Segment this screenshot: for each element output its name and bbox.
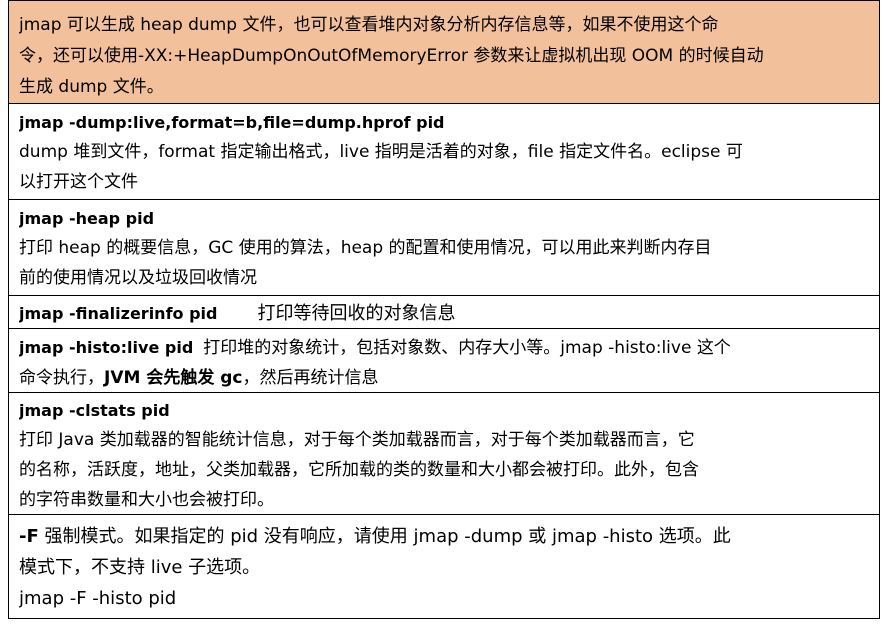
table-row-histo: jmap -histo:live pid 打印堆的对象统计，包括对象数、内存大小等…	[9, 329, 879, 393]
description-text: 打印堆的对象统计，包括对象数、内存大小等。jmap -histo:live 这个	[203, 338, 731, 358]
description-text: dump 堆到文件，format 指定输出格式，live 指明是活着的对象，fi…	[19, 142, 743, 162]
table-row-force: -F 强制模式。如果指定的 pid 没有响应，请使用 jmap -dump 或 …	[9, 515, 879, 619]
description-text: 的名称，活跃度，地址，父类加载器，它所加载的类的数量和大小都会被打印。此外，包含	[19, 460, 699, 480]
emphasis-text: JVM 会先触发 gc	[104, 368, 243, 388]
table-row-dump: jmap -dump:live,format=b,file=dump.hprof…	[9, 104, 879, 200]
description-text: 打印 Java 类加载器的智能统计信息，对于每个类加载器而言，对于每个类加载器而…	[19, 430, 695, 450]
intro-line: jmap 可以生成 heap dump 文件，也可以查看堆内对象分析内存信息等，…	[19, 15, 719, 35]
command-text: jmap -histo:live pid	[19, 338, 194, 357]
command-text: jmap -finalizerinfo pid	[19, 304, 218, 323]
description-text: 模式下，不支持 live 子选项。	[19, 557, 261, 578]
command-text: jmap -dump:live,format=b,file=dump.hprof…	[19, 113, 445, 132]
command-text: jmap -heap pid	[19, 209, 155, 228]
row-content: jmap -finalizerinfo pid 打印等待回收的对象信息	[19, 299, 869, 328]
intro-row: jmap 可以生成 heap dump 文件，也可以查看堆内对象分析内存信息等，…	[9, 0, 879, 104]
description-text: 命令执行，	[19, 368, 104, 388]
jmap-options-table: jmap 可以生成 heap dump 文件，也可以查看堆内对象分析内存信息等，…	[8, 0, 880, 619]
command-text: jmap -clstats pid	[19, 401, 170, 420]
intro-line: 令，还可以使用-XX:+HeapDumpOnOutOfMemoryError 参…	[19, 46, 764, 66]
table-row-clstats: jmap -clstats pid 打印 Java 类加载器的智能统计信息，对于…	[9, 393, 879, 515]
description-text: ，然后再统计信息	[242, 368, 379, 388]
description-text: 强制模式。如果指定的 pid 没有响应，请使用 jmap -dump 或 jma…	[44, 526, 731, 547]
description-text: 打印 heap 的概要信息，GC 使用的算法，heap 的配置和使用情况，可以用…	[19, 238, 712, 258]
flag-text: -F	[19, 526, 39, 547]
description-line: 命令执行，JVM 会先触发 gc，然后再统计信息	[19, 363, 869, 392]
example-command: jmap -F -histo pid	[19, 588, 177, 609]
description-text: 以打开这个文件	[19, 172, 138, 192]
table-row-heap: jmap -heap pid 打印 heap 的概要信息，GC 使用的算法，he…	[9, 200, 879, 296]
description-text: 的字符串数量和大小也会被打印。	[19, 490, 274, 510]
row-content: -F 强制模式。如果指定的 pid 没有响应，请使用 jmap -dump 或 …	[19, 521, 869, 552]
intro-line: 生成 dump 文件。	[19, 77, 164, 97]
row-content: jmap -histo:live pid 打印堆的对象统计，包括对象数、内存大小等…	[19, 333, 869, 363]
table-row-finalizerinfo: jmap -finalizerinfo pid 打印等待回收的对象信息	[9, 296, 879, 329]
description-text: 打印等待回收的对象信息	[257, 303, 456, 324]
description-text: 前的使用情况以及垃圾回收情况	[19, 268, 257, 288]
